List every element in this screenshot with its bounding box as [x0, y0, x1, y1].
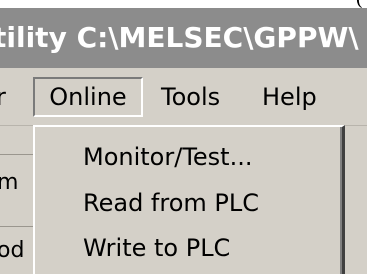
online-dropdown-menu: Monitor/Test... Read from PLC Write to P… — [33, 125, 345, 274]
menu-item-partial[interactable]: r — [0, 77, 6, 117]
window-title: tility C:\MELSEC\GPPW\ — [0, 21, 359, 54]
menu-tools[interactable]: Tools — [161, 77, 220, 117]
title-bar[interactable]: tility C:\MELSEC\GPPW\ — [0, 8, 367, 68]
workspace-label: m — [0, 170, 19, 195]
menu-online[interactable]: Online — [33, 77, 143, 117]
menu-item-write-to-plc[interactable]: Write to PLC — [83, 228, 230, 268]
menu-help[interactable]: Help — [262, 77, 317, 117]
menu-item-monitor-test[interactable]: Monitor/Test... — [83, 137, 252, 177]
app-window: ( tility C:\MELSEC\GPPW\ r Online Tools … — [0, 0, 367, 274]
workspace-label: od — [0, 238, 25, 263]
menu-bar: r Online Tools Help — [0, 68, 367, 126]
menu-item-read-from-plc[interactable]: Read from PLC — [83, 183, 259, 223]
